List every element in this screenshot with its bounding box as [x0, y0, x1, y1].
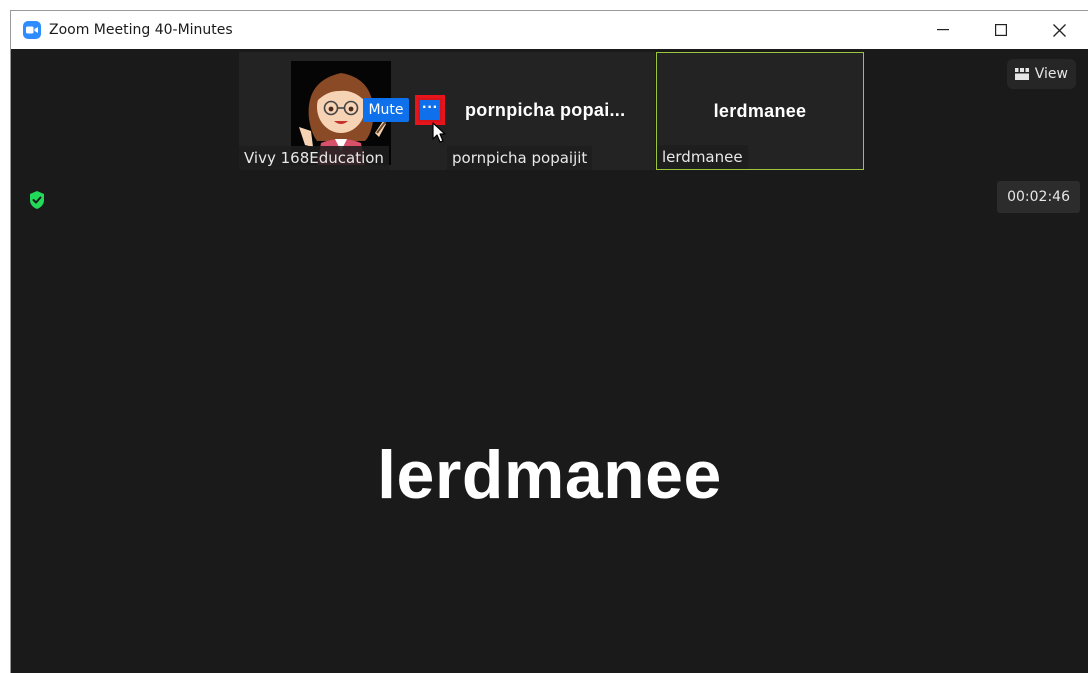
active-speaker-name: lerdmanee [377, 437, 722, 513]
active-speaker-view: 00:02:46 lerdmanee [11, 171, 1088, 673]
maximize-icon[interactable] [972, 11, 1030, 49]
view-label: View [1034, 66, 1068, 82]
participant-strip: Vivy 168Education Mute ··· pornpicha pop… [11, 49, 1088, 171]
participant-display-name: lerdmanee [713, 101, 807, 121]
zoom-app-icon [23, 21, 41, 39]
cursor-icon [432, 122, 446, 143]
participant-label: pornpicha popaijit [447, 146, 593, 170]
title-bar[interactable]: Zoom Meeting 40-Minutes [11, 11, 1088, 49]
meeting-timer: 00:02:46 [997, 181, 1080, 213]
window-controls [914, 11, 1088, 49]
participant-label: Vivy 168Education [239, 146, 389, 170]
close-icon[interactable] [1030, 11, 1088, 49]
window-title: Zoom Meeting 40-Minutes [49, 22, 233, 38]
view-button[interactable]: View [1006, 59, 1076, 89]
mute-button[interactable]: Mute [363, 98, 409, 122]
view-grid-icon [1014, 68, 1029, 80]
shield-check-icon[interactable] [28, 190, 46, 210]
more-options-label: ··· [420, 100, 440, 120]
zoom-meeting-window: Zoom Meeting 40-Minutes Vivy 168Educatio… [10, 10, 1088, 673]
participant-display-name: pornpicha popai... [465, 100, 626, 120]
participant-tile-lerdmanee[interactable]: lerdmanee lerdmanee [656, 52, 864, 170]
participant-label: lerdmanee [657, 145, 748, 169]
more-options-button[interactable]: ··· [415, 95, 445, 125]
minimize-icon[interactable] [914, 11, 972, 49]
participant-tile-pornpicha[interactable]: pornpicha popai... pornpicha popaijit [447, 52, 655, 170]
